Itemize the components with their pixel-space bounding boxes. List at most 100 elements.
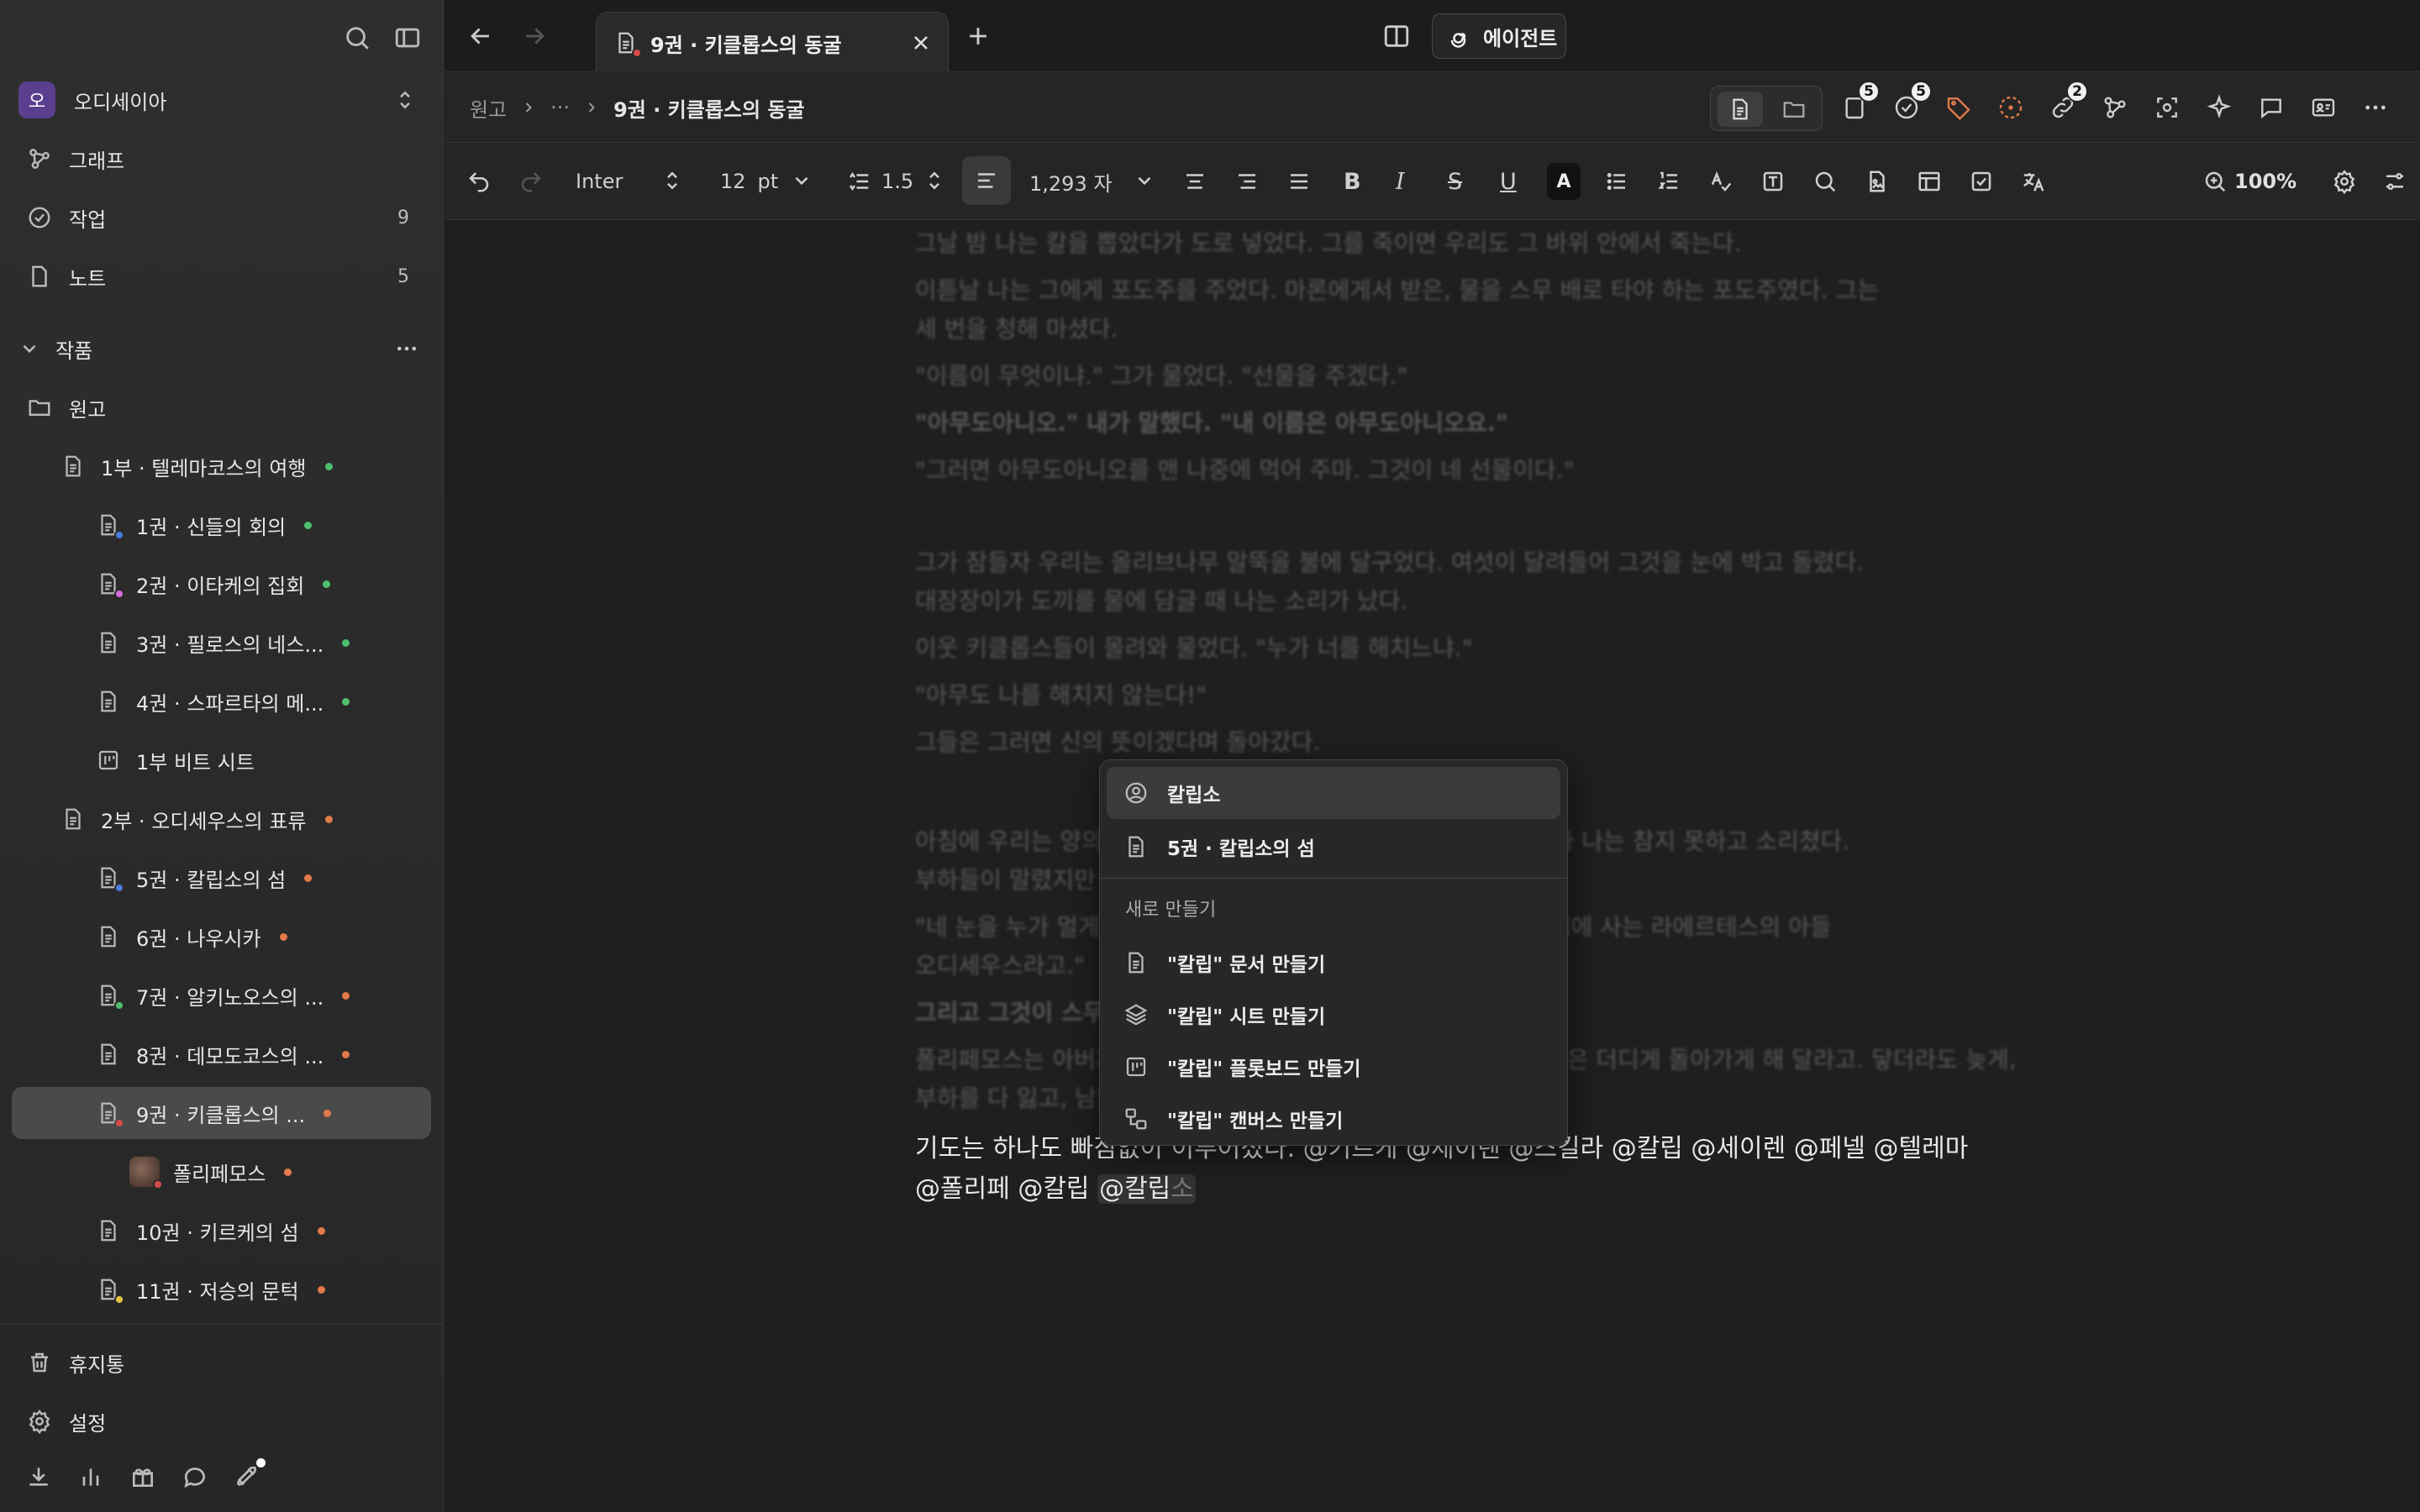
font-size-select[interactable]: 12 pt [720,143,813,220]
popup-create-canvas[interactable]: "칼립" 캔버스 만들기 [1107,1093,1560,1145]
agent-button[interactable]: 에이전트 [1432,13,1566,59]
underline-button[interactable]: U [1500,143,1517,220]
nav-graph[interactable]: 그래프 [12,133,431,185]
search-icon[interactable] [1812,143,1838,220]
tree-item-book3[interactable]: 3권 · 필로스의 네스... [12,617,431,669]
nav-tasks[interactable]: 작업 9 [12,192,431,244]
numbered-list-icon[interactable] [1656,143,1681,220]
breadcrumb-root[interactable]: 원고 [470,93,507,123]
nav-label: 그래프 [69,149,125,173]
document-icon [96,1277,124,1305]
text-color-button[interactable]: A [1547,163,1581,200]
new-tab-icon[interactable] [964,22,992,50]
undo-icon[interactable] [466,143,492,220]
download-icon[interactable] [25,1463,52,1490]
table-icon[interactable] [1917,143,1942,220]
tree-item-book2[interactable]: 2권 · 이타케의 집회 [12,558,431,610]
more-icon[interactable] [2362,89,2391,126]
status-icon[interactable] [1997,89,2026,126]
tree-item-book9[interactable]: 9권 · 키클롭스의 ... [12,1087,431,1139]
justify-icon[interactable] [1286,143,1312,220]
tree-item-manuscript[interactable]: 원고 [12,381,431,433]
line-height-select[interactable]: 1.5 [846,143,947,220]
tree-item-book8[interactable]: 8권 · 데모도코스의 ... [12,1028,431,1080]
spellcheck-icon[interactable] [1708,143,1733,220]
tree-item-book6[interactable]: 6권 · 나우시카 [12,911,431,963]
nav-notes[interactable]: 노트 5 [12,250,431,302]
search-icon[interactable] [343,24,371,52]
popup-create-document[interactable]: "칼립" 문서 만들기 [1107,937,1560,989]
zoom-in-icon [2202,169,2228,194]
redo-icon[interactable] [518,143,544,220]
tree-item-book5[interactable]: 5권 · 칼립소의 섬 [12,852,431,904]
status-dot [342,697,350,706]
sparkle-icon[interactable] [2206,89,2234,126]
close-icon[interactable] [909,31,933,55]
tree-label: 1부 · 텔레마코스의 여행 [101,456,307,480]
translate-icon[interactable] [2021,143,2046,220]
tree-item-part2[interactable]: 2부 · 오디세우스의 표류 [12,793,431,845]
workspace-switcher[interactable]: 오 오디세이아 [12,74,431,126]
more-icon[interactable] [394,336,419,361]
section-works[interactable]: 작품 [12,323,431,375]
document-icon [96,512,124,540]
tab-active[interactable]: 9권 · 키클롭스의 동굴 [596,12,949,73]
popup-create-sheet[interactable]: "칼립" 시트 만들기 [1107,989,1560,1041]
document-icon [96,1100,124,1128]
tree-item-book10[interactable]: 10권 · 키르케의 섬 [12,1205,431,1257]
mention-typed: @칼립 [1099,1174,1171,1204]
document-icon [96,865,124,893]
word-count-select[interactable]: 1,293 자 [1029,143,1155,220]
folder-view-icon[interactable] [1771,92,1817,127]
tasks-icon[interactable]: 5 [1893,81,1932,126]
bold-button[interactable]: B [1344,143,1361,220]
focus-icon[interactable] [2154,89,2182,126]
popup-create-plotboard[interactable]: "칼립" 플롯보드 만들기 [1107,1041,1560,1093]
link-icon[interactable]: 2 [2049,81,2088,126]
nav-label: 작업 [69,207,107,232]
tag-icon[interactable] [1945,89,1974,126]
gift-icon[interactable] [129,1463,156,1490]
rocket-icon[interactable] [234,1458,266,1490]
tree-item-book7[interactable]: 7권 · 알키노오스의 ... [12,969,431,1021]
document-view-icon[interactable] [1718,92,1763,127]
italic-button[interactable]: I [1396,143,1405,220]
forward-arrow-icon[interactable] [520,22,549,50]
align-right-icon[interactable] [1234,143,1260,220]
popup-item-character[interactable]: 칼립소 [1107,767,1560,819]
tree-item-beat-sheet[interactable]: 1부 비트 시트 [12,734,431,786]
align-left-button[interactable] [962,156,1011,205]
chat-icon[interactable] [182,1463,208,1490]
stats-icon[interactable] [77,1463,104,1490]
align-center-icon[interactable] [1182,143,1207,220]
nav-label: 휴지통 [69,1352,125,1377]
nav-settings[interactable]: 설정 [12,1395,431,1447]
tree-item-book4[interactable]: 4권 · 스파르타의 메... [12,675,431,727]
font-select[interactable]: Inter [576,143,685,220]
id-card-icon[interactable] [2310,89,2338,126]
back-arrow-icon[interactable] [466,22,495,50]
gear-icon[interactable] [2332,143,2357,220]
graph-icon[interactable] [2102,89,2130,126]
image-doc-icon[interactable] [1865,143,1890,220]
breadcrumb-ellipsis[interactable]: ··· [550,96,570,119]
tree-item-part1[interactable]: 1부 · 텔레마코스의 여행 [12,440,431,492]
comment-icon[interactable] [2258,89,2286,126]
split-view-icon[interactable] [1382,22,1411,50]
mention-input[interactable]: @칼립소 [1097,1174,1196,1204]
sidebar-toggle-icon[interactable] [393,24,422,52]
tree-item-polyphemus[interactable]: 폴리페모스 [12,1146,431,1198]
zoom-control[interactable]: 100% [2202,143,2296,220]
strikethrough-button[interactable]: S [1448,143,1462,220]
status-dot [324,1109,332,1117]
sliders-icon[interactable] [2382,143,2407,220]
tree-item-book1[interactable]: 1권 · 신들의 회의 [12,499,431,551]
tree-label: 9권 · 키클롭스의 ... [136,1103,306,1127]
checkbox-icon[interactable] [1969,143,1994,220]
documents-icon[interactable]: 5 [1841,81,1880,126]
tree-item-book11[interactable]: 11권 · 저승의 문턱 [12,1263,431,1315]
bullet-list-icon[interactable] [1604,143,1629,220]
nav-trash[interactable]: 휴지통 [12,1336,431,1389]
text-box-icon[interactable] [1760,143,1786,220]
popup-item-document[interactable]: 5권 · 칼립소의 섬 [1107,821,1560,873]
